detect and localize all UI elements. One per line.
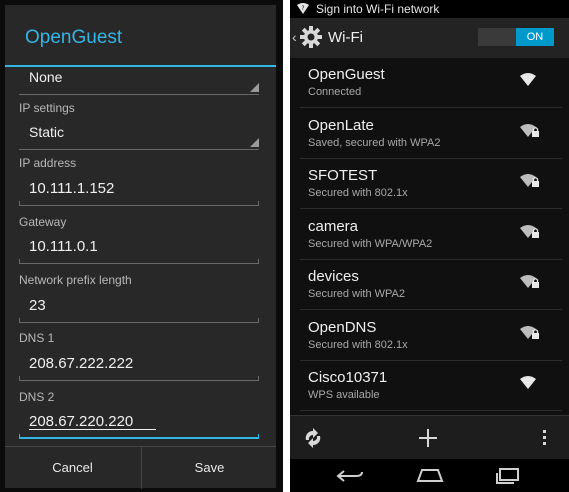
prefix-length-value: 23	[29, 297, 46, 314]
ip-settings-spinner[interactable]: Static	[19, 124, 259, 150]
proxy-value: None	[29, 69, 63, 85]
ip-address-field[interactable]: 10.111.1.152	[19, 180, 259, 206]
dns1-field[interactable]: 208.67.222.222	[19, 355, 259, 381]
overflow-menu-icon[interactable]	[542, 429, 548, 452]
wps-push-icon[interactable]	[302, 426, 324, 455]
network-status: Connected	[308, 86, 362, 98]
wifi-settings-screen: ? Sign into Wi-Fi network ‹ Wi-Fi ON Ope…	[290, 0, 569, 492]
bottom-action-bar	[290, 415, 569, 460]
gateway-label: Gateway	[19, 215, 67, 229]
network-name: Cisco10371	[308, 369, 388, 386]
wifi-locked-icon	[519, 223, 541, 246]
wifi-locked-icon	[519, 324, 541, 347]
network-list-item[interactable]: camera Secured with WPA/WPA2	[290, 210, 569, 260]
dialog-button-bar: Cancel Save	[5, 446, 276, 489]
network-status: Saved, secured with WPA2	[308, 136, 441, 149]
ip-address-value: 10.111.1.152	[29, 180, 115, 197]
network-name: OpenLate	[308, 116, 374, 134]
up-chevron-icon[interactable]: ‹	[292, 29, 297, 45]
wifi-signal-icon	[519, 71, 541, 94]
back-icon[interactable]	[336, 468, 364, 489]
network-status: Secured with WPA/WPA2	[308, 237, 433, 250]
dns2-field[interactable]: 208.67.220.220	[19, 413, 259, 439]
wifi-toggle[interactable]: ON	[478, 28, 554, 46]
network-name: OpenDNS	[308, 318, 377, 336]
proxy-spinner[interactable]: None	[19, 69, 259, 95]
ip-settings-label: IP settings	[19, 101, 75, 115]
svg-text:?: ?	[301, 5, 304, 12]
wifi-locked-icon	[519, 172, 541, 195]
network-list-item[interactable]: OpenGuest Connected	[290, 58, 569, 108]
prefix-length-label: Network prefix length	[19, 273, 132, 287]
wifi-signal-icon	[519, 374, 541, 397]
network-name: devices	[308, 268, 359, 285]
settings-gear-icon[interactable]	[299, 25, 323, 54]
prefix-length-field[interactable]: 23	[19, 297, 259, 323]
ip-address-label: IP address	[19, 156, 77, 170]
status-bar-text: Sign into Wi-Fi network	[316, 2, 440, 16]
network-status: WPS available	[308, 389, 380, 401]
network-name: SFOTEST	[308, 167, 378, 184]
ip-settings-value: Static	[29, 124, 65, 140]
wifi-locked-icon	[519, 273, 541, 296]
network-list-item[interactable]: SFOTEST Secured with 802.1x	[290, 159, 569, 209]
recents-icon[interactable]	[494, 467, 522, 490]
gateway-value: 10.111.0.1	[29, 238, 98, 255]
navigation-bar	[290, 459, 569, 492]
status-bar: ? Sign into Wi-Fi network	[290, 0, 569, 18]
dns2-value: 208.67.220.220	[29, 413, 134, 430]
network-status: Secured with 802.1x	[308, 187, 408, 199]
dialog-title: OpenGuest	[25, 27, 123, 48]
dns1-label: DNS 1	[19, 331, 55, 345]
cancel-button[interactable]: Cancel	[5, 447, 140, 489]
title-divider	[5, 65, 276, 67]
network-list-item[interactable]: OpenLate Saved, secured with WPA2	[290, 109, 569, 159]
dropdown-triangle-icon	[250, 138, 259, 147]
dns1-value: 208.67.222.222	[29, 355, 134, 372]
network-name: camera	[308, 217, 359, 235]
page-title: Wi-Fi	[328, 29, 363, 46]
network-status: Secured with WPA2	[308, 288, 406, 300]
gateway-field[interactable]: 10.111.0.1	[19, 238, 259, 264]
save-button[interactable]: Save	[141, 447, 277, 489]
wifi-locked-icon	[519, 122, 541, 145]
network-name: OpenGuest	[308, 66, 385, 83]
add-network-icon[interactable]	[418, 428, 438, 453]
action-bar: ‹ Wi-Fi ON	[290, 18, 569, 58]
text-selection-underline	[29, 429, 156, 430]
dropdown-triangle-icon	[250, 83, 259, 92]
toggle-on-label: ON	[516, 28, 554, 46]
network-list: OpenGuest Connected OpenLate Saved, secured…	[290, 58, 569, 415]
network-list-item[interactable]: Cisco10371 WPS available	[290, 361, 569, 411]
static-ip-dialog-screen: OpenGuest None IP settings Static IP add…	[0, 0, 283, 492]
dns2-label: DNS 2	[19, 390, 55, 404]
network-list-item[interactable]: OpenDNS Secured with 802.1x	[290, 311, 569, 361]
network-config-dialog: OpenGuest None IP settings Static IP add…	[5, 5, 276, 489]
home-icon[interactable]	[415, 467, 445, 488]
network-status: Secured with 802.1x	[308, 338, 408, 351]
network-list-item[interactable]: devices Secured with WPA2	[290, 260, 569, 310]
